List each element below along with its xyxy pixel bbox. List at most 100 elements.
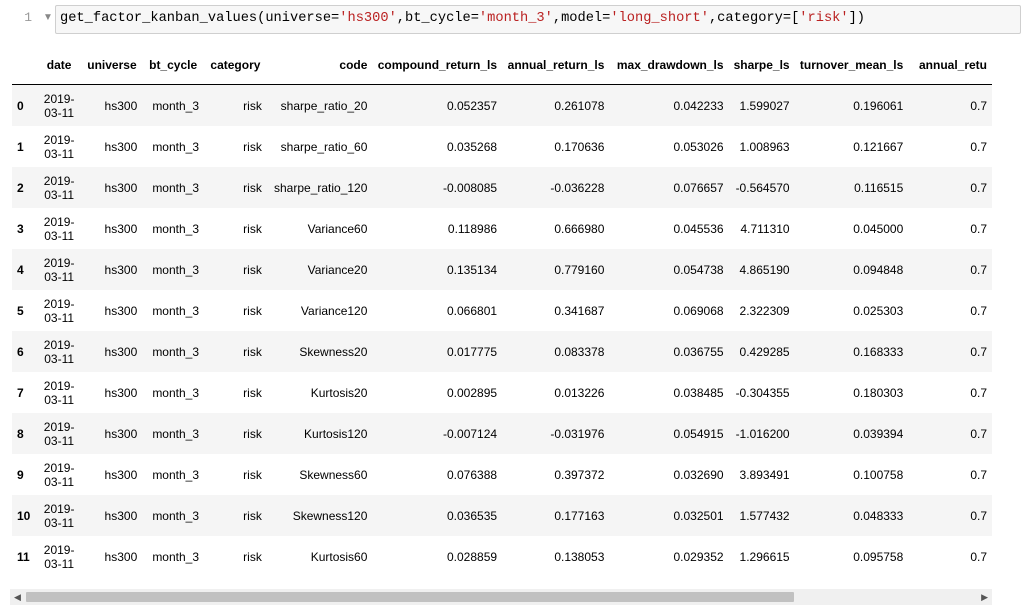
code-string-literal: 'long_short' — [610, 11, 709, 26]
dataframe-table: date universe bt_cycle category code compound… — [12, 46, 992, 577]
cell-annual-return-ls: 0.170636 — [554, 139, 605, 154]
cell-annual-return-ls: 0.397372 — [554, 467, 605, 482]
cell-code: Kurtosis20 — [310, 385, 368, 400]
cell-compound-return-ls: 0.002895 — [447, 385, 498, 400]
column-header-max-drawdown-ls: max_drawdown_ls — [609, 46, 729, 85]
cell-turnover-mean-ls: 0.121667 — [853, 139, 904, 154]
cell-compound-return-ls: 0.052357 — [447, 98, 498, 113]
cell-date-monthday: 03-11 — [44, 515, 75, 530]
cell-annual-retu: 0.7 — [970, 221, 987, 236]
cell-max-drawdown-ls: 0.042233 — [673, 98, 724, 113]
cell-date-year: 2019- — [43, 501, 75, 516]
column-header-sharpe-ls: sharpe_ls — [728, 46, 795, 85]
cell-category: risk — [243, 221, 262, 236]
horizontal-scrollbar[interactable]: ◀ ▶ — [10, 589, 992, 605]
cell-annual-retu: 0.7 — [970, 467, 987, 482]
table-row: 2 2019- 03-11 hs300 month_3 risk sharpe_ratio_… — [12, 167, 992, 208]
scrollbar-thumb[interactable] — [26, 592, 794, 602]
cell-bt-cycle: month_3 — [152, 221, 200, 236]
cell-turnover-mean-ls: 0.045000 — [853, 221, 904, 236]
row-index: 1 — [17, 139, 24, 154]
cell-compound-return-ls: 0.036535 — [447, 508, 498, 523]
fold-arrow-icon[interactable]: ▼ — [43, 12, 53, 23]
cell-category: risk — [243, 344, 262, 359]
cell-date-year: 2019- — [43, 542, 75, 557]
cell-max-drawdown-ls: 0.054738 — [673, 262, 724, 277]
cell-compound-return-ls: 0.118986 — [447, 221, 498, 236]
table-row: 8 2019- 03-11 hs300 month_3 risk Kurtosis120 -0… — [12, 413, 992, 454]
table-row: 10 2019- 03-11 hs300 month_3 risk Skewness120 0… — [12, 495, 992, 536]
cell-code: Variance60 — [307, 221, 368, 236]
scroll-right-icon[interactable]: ▶ — [981, 592, 988, 602]
table-row: 3 2019- 03-11 hs300 month_3 risk Variance60 0.1… — [12, 208, 992, 249]
row-index: 4 — [17, 262, 24, 277]
code-string-literal: 'month_3' — [478, 11, 553, 26]
cell-max-drawdown-ls: 0.054915 — [673, 426, 724, 441]
cell-bt-cycle: month_3 — [152, 426, 200, 441]
cell-annual-retu: 0.7 — [970, 262, 987, 277]
cell-annual-retu: 0.7 — [970, 344, 987, 359]
code-editor[interactable]: get_factor_kanban_values(universe='hs300… — [55, 5, 1021, 34]
cell-universe: hs300 — [104, 98, 138, 113]
cell-category: risk — [243, 549, 262, 564]
cell-annual-retu: 0.7 — [970, 303, 987, 318]
scroll-left-icon[interactable]: ◀ — [14, 592, 21, 602]
cell-bt-cycle: month_3 — [152, 344, 200, 359]
cell-universe: hs300 — [104, 508, 138, 523]
cell-category: risk — [243, 98, 262, 113]
cell-category: risk — [243, 426, 262, 441]
cell-max-drawdown-ls: 0.038485 — [673, 385, 724, 400]
cell-annual-return-ls: 0.083378 — [554, 344, 605, 359]
cell-code: Kurtosis60 — [310, 549, 368, 564]
cell-date-year: 2019- — [43, 419, 75, 434]
code-line[interactable]: get_factor_kanban_values(universe='hs300… — [60, 11, 865, 26]
cell-date: 2019- 03-11 — [37, 85, 82, 127]
column-header-universe: universe — [81, 46, 143, 85]
cell-annual-retu: 0.7 — [970, 508, 987, 523]
cell-date-year: 2019- — [43, 91, 75, 106]
cell-code: sharpe_ratio_60 — [280, 139, 368, 154]
cell-bt-cycle: month_3 — [152, 549, 200, 564]
code-string-literal: 'hs300' — [339, 11, 397, 26]
cell-date-year: 2019- — [43, 460, 75, 475]
column-header-annual-return-ls: annual_return_ls — [502, 46, 610, 85]
cell-universe: hs300 — [104, 344, 138, 359]
cell-turnover-mean-ls: 0.168333 — [853, 344, 904, 359]
cell-sharpe-ls: 3.893491 — [739, 467, 790, 482]
cell-date: 2019- 03-11 — [37, 290, 82, 331]
row-index: 3 — [17, 221, 24, 236]
cell-date-year: 2019- — [43, 173, 75, 188]
code-cell[interactable]: 1 ▼ get_factor_kanban_values(universe='h… — [0, 0, 1026, 40]
cell-universe: hs300 — [104, 221, 138, 236]
cell-bt-cycle: month_3 — [152, 180, 200, 195]
cell-annual-return-ls: 0.177163 — [554, 508, 605, 523]
cell-date-year: 2019- — [43, 255, 75, 270]
cell-category: risk — [243, 467, 262, 482]
cell-date-monthday: 03-11 — [44, 310, 75, 325]
cell-turnover-mean-ls: 0.180303 — [853, 385, 904, 400]
cell-compound-return-ls: 0.035268 — [447, 139, 498, 154]
cell-compound-return-ls: -0.007124 — [443, 426, 498, 441]
cell-universe: hs300 — [104, 139, 138, 154]
cell-max-drawdown-ls: 0.029352 — [673, 549, 724, 564]
cell-date: 2019- 03-11 — [37, 208, 82, 249]
cell-sharpe-ls: 2.322309 — [739, 303, 790, 318]
cell-bt-cycle: month_3 — [152, 467, 200, 482]
cell-date-year: 2019- — [43, 214, 75, 229]
cell-category: risk — [243, 180, 262, 195]
cell-sharpe-ls: -1.016200 — [735, 426, 790, 441]
cell-annual-return-ls: 0.138053 — [554, 549, 605, 564]
cell-annual-retu: 0.7 — [970, 426, 987, 441]
cell-date: 2019- 03-11 — [37, 167, 82, 208]
cell-date-monthday: 03-11 — [44, 146, 75, 161]
cell-date-monthday: 03-11 — [44, 228, 75, 243]
cell-annual-return-ls: 0.779160 — [554, 262, 605, 277]
cell-category: risk — [243, 385, 262, 400]
table-row: 1 2019- 03-11 hs300 month_3 risk sharpe_ratio_… — [12, 126, 992, 167]
cell-annual-return-ls: 0.013226 — [554, 385, 605, 400]
cell-annual-retu: 0.7 — [970, 549, 987, 564]
cell-annual-return-ls: 0.261078 — [554, 98, 605, 113]
table-row: 6 2019- 03-11 hs300 month_3 risk Skewness20 0.0… — [12, 331, 992, 372]
cell-date: 2019- 03-11 — [37, 249, 82, 290]
table-row: 5 2019- 03-11 hs300 month_3 risk Variance120 0.… — [12, 290, 992, 331]
